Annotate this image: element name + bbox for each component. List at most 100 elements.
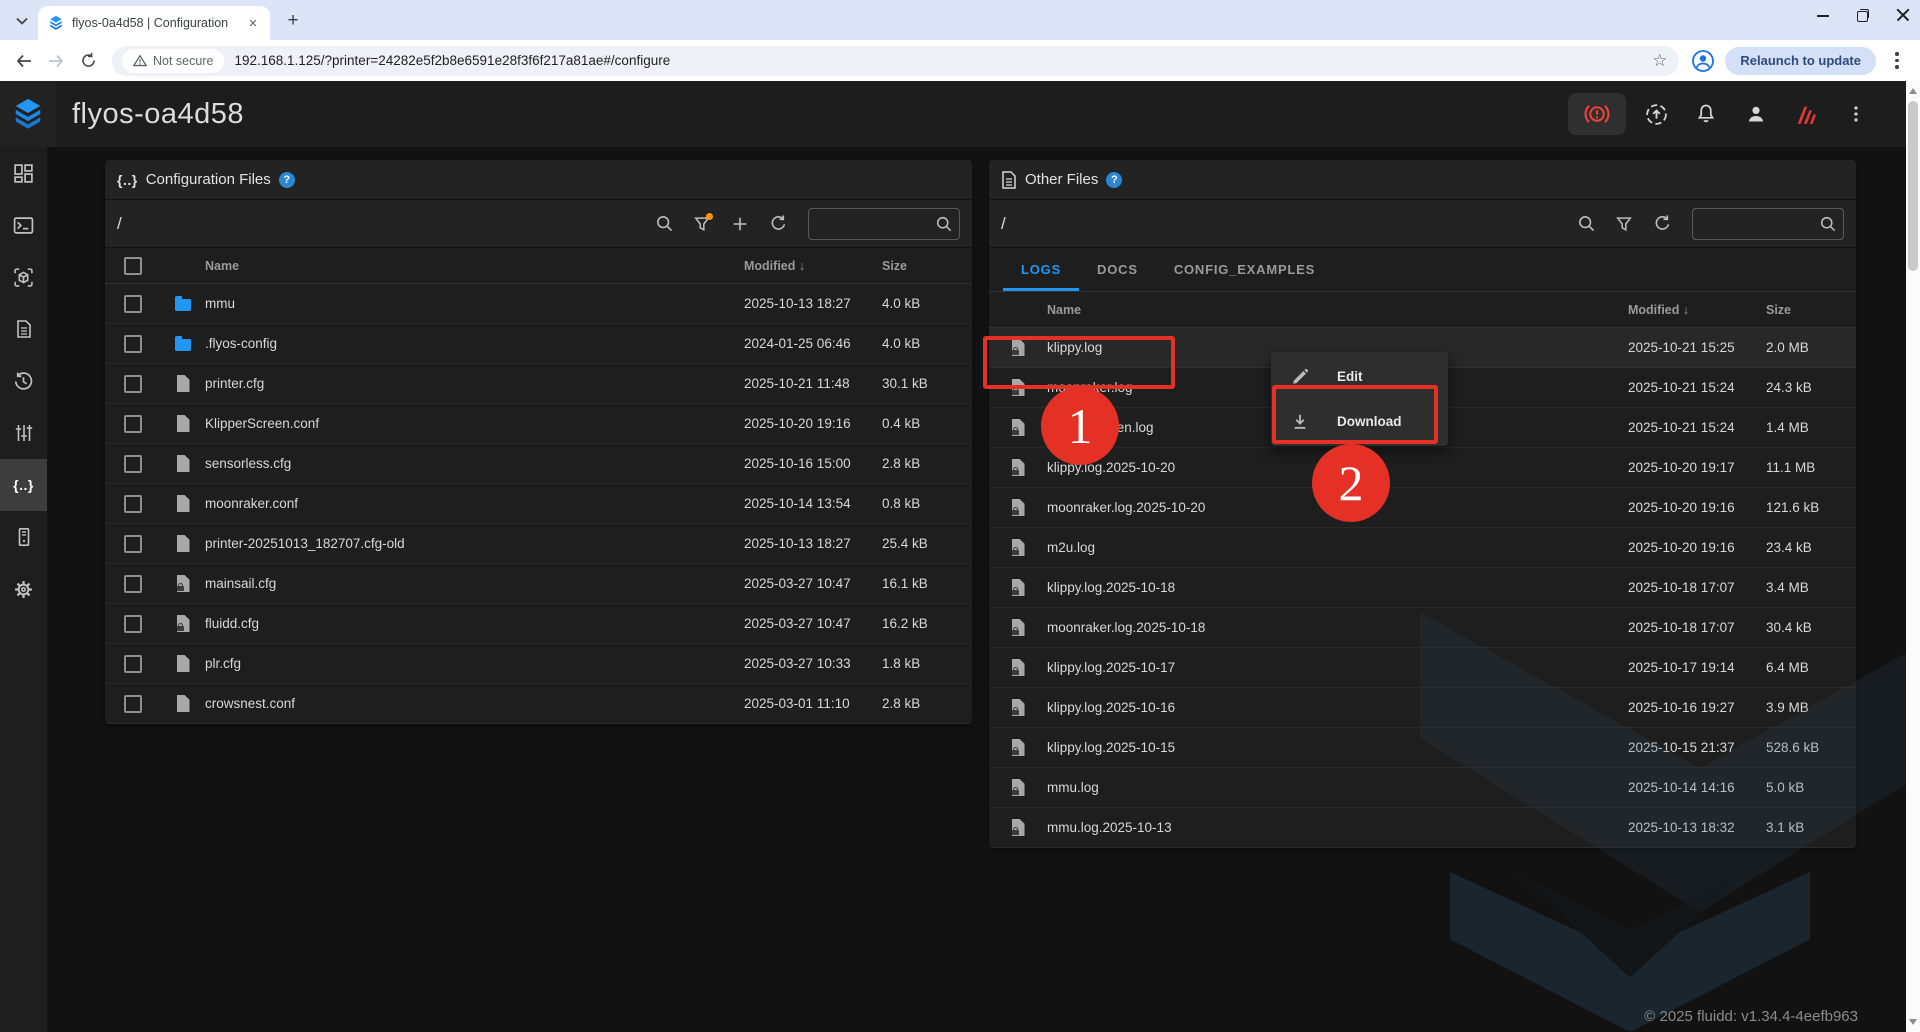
row-checkbox[interactable] (124, 695, 142, 713)
scrollbar-up-arrow[interactable] (1906, 83, 1920, 99)
column-name[interactable]: Name (205, 259, 744, 273)
config-file-table: mmu 2025-10-13 18:27 4.0 kB .flyos-confi… (105, 284, 972, 724)
sidebar-item-dashboard[interactable] (0, 147, 47, 199)
other-search-input[interactable] (1703, 216, 1819, 231)
notifications-bell-icon[interactable] (1686, 94, 1726, 134)
search-icon[interactable] (648, 208, 680, 240)
table-row[interactable]: .flyos-config 2024-01-25 06:46 4.0 kB (105, 324, 972, 364)
sidebar-item-history[interactable] (0, 355, 47, 407)
table-row[interactable]: moonraker.conf 2025-10-14 13:54 0.8 kB (105, 484, 972, 524)
favicon-fluidd-logo (48, 15, 64, 31)
select-all-checkbox[interactable] (124, 257, 142, 275)
table-row[interactable]: moonraker.log.2025-10-20 2025-10-20 19:1… (989, 488, 1856, 528)
search-icon (935, 215, 953, 233)
fluidd-logo[interactable] (0, 81, 56, 147)
profile-icon[interactable] (1689, 47, 1717, 75)
column-size[interactable]: Size (882, 259, 964, 273)
other-search-box[interactable] (1692, 208, 1844, 240)
emergency-stop-button[interactable] (1568, 93, 1626, 135)
sidebar-item-gcode-preview[interactable] (0, 251, 47, 303)
add-file-icon[interactable] (724, 208, 756, 240)
scrollbar-thumb[interactable] (1908, 101, 1918, 271)
files-tab[interactable]: CONFIG_EXAMPLES (1156, 247, 1333, 291)
file-size: 16.1 kB (882, 576, 964, 591)
app-menu-dots-icon[interactable] (1836, 94, 1876, 134)
file-type-icon (177, 695, 190, 712)
table-row[interactable]: plr.cfg 2025-03-27 10:33 1.8 kB (105, 644, 972, 684)
table-row[interactable]: KlipperScreen.conf 2025-10-20 19:16 0.4 … (105, 404, 972, 444)
scrollbar-down-arrow[interactable] (1906, 1014, 1920, 1030)
back-icon[interactable] (10, 47, 38, 75)
url-text[interactable]: 192.168.1.125/?printer=24282e5f2b8e6591e… (234, 53, 1642, 68)
file-name: moonraker.conf (205, 496, 744, 511)
window-close-icon[interactable] (1896, 8, 1910, 22)
files-tab[interactable]: LOGS (1003, 247, 1079, 291)
bookmark-star-icon[interactable]: ☆ (1652, 51, 1669, 71)
config-search-box[interactable] (808, 208, 960, 240)
sidebar-item-tune[interactable] (0, 407, 47, 459)
configuration-files-panel: {..} Configuration Files ? / (105, 160, 972, 724)
help-icon[interactable]: ? (279, 172, 295, 188)
chrome-menu-icon[interactable] (1884, 52, 1910, 68)
table-row[interactable]: printer-20251013_182707.cfg-old 2025-10-… (105, 524, 972, 564)
context-menu-edit[interactable]: Edit (1271, 354, 1448, 399)
column-size[interactable]: Size (1766, 303, 1848, 317)
file-size: 1.8 kB (882, 656, 964, 671)
refresh-icon[interactable] (1646, 208, 1678, 240)
table-row[interactable]: printer.cfg 2025-10-21 11:48 30.1 kB (105, 364, 972, 404)
search-icon[interactable] (1570, 208, 1602, 240)
column-modified[interactable]: Modified ↓ (1628, 303, 1766, 317)
sidebar-item-settings[interactable] (0, 563, 47, 615)
row-checkbox[interactable] (124, 535, 142, 553)
table-row[interactable]: mainsail.cfg 2025-03-27 10:47 16.1 kB (105, 564, 972, 604)
table-row[interactable]: crowsnest.conf 2025-03-01 11:10 2.8 kB (105, 684, 972, 724)
window-restore-icon[interactable] (1856, 8, 1870, 22)
row-checkbox[interactable] (124, 295, 142, 313)
file-name: plr.cfg (205, 656, 744, 671)
row-checkbox[interactable] (124, 375, 142, 393)
warning-icon (133, 54, 147, 67)
column-name[interactable]: Name (1047, 303, 1628, 317)
table-row[interactable]: m2u.log 2025-10-20 19:16 23.4 kB (989, 528, 1856, 568)
context-menu-download[interactable]: Download (1271, 399, 1448, 444)
user-account-icon[interactable] (1736, 94, 1776, 134)
table-row[interactable]: klippy.log.2025-10-18 2025-10-18 17:07 3… (989, 568, 1856, 608)
refresh-icon[interactable] (762, 208, 794, 240)
row-checkbox[interactable] (124, 615, 142, 633)
security-chip[interactable]: Not secure (122, 49, 224, 73)
table-row[interactable]: sensorless.cfg 2025-10-16 15:00 2.8 kB (105, 444, 972, 484)
relaunch-to-update-button[interactable]: Relaunch to update (1725, 47, 1876, 75)
files-tab[interactable]: DOCS (1079, 247, 1156, 291)
row-checkbox[interactable] (124, 575, 142, 593)
browser-tab[interactable]: flyos-0a4d58 | Configuration × (38, 6, 270, 40)
config-search-input[interactable] (819, 216, 935, 231)
config-current-path[interactable]: / (117, 214, 122, 234)
table-row[interactable]: klippy.log.2025-10-20 2025-10-20 19:17 1… (989, 448, 1856, 488)
page-scrollbar[interactable] (1906, 81, 1920, 1032)
row-checkbox[interactable] (124, 495, 142, 513)
filter-icon[interactable] (1608, 208, 1640, 240)
forward-icon[interactable] (42, 47, 70, 75)
sidebar-item-configure[interactable]: {..} (0, 459, 47, 511)
table-row[interactable]: mmu 2025-10-13 18:27 4.0 kB (105, 284, 972, 324)
filter-icon[interactable] (686, 208, 718, 240)
sidebar-item-console[interactable] (0, 199, 47, 251)
other-current-path[interactable]: / (1001, 214, 1006, 234)
row-checkbox[interactable] (124, 335, 142, 353)
column-modified[interactable]: Modified ↓ (744, 259, 882, 273)
row-checkbox[interactable] (124, 455, 142, 473)
tab-search-chevron-icon[interactable] (8, 7, 36, 35)
klipper-logo-icon[interactable] (1786, 94, 1826, 134)
help-icon[interactable]: ? (1106, 172, 1122, 188)
table-row[interactable]: fluidd.cfg 2025-03-27 10:47 16.2 kB (105, 604, 972, 644)
new-tab-button[interactable]: + (280, 8, 306, 34)
sidebar-item-jobs[interactable] (0, 303, 47, 355)
tab-close-icon[interactable]: × (244, 14, 262, 32)
window-minimize-icon[interactable] (1816, 8, 1830, 22)
row-checkbox[interactable] (124, 655, 142, 673)
updates-icon[interactable] (1636, 94, 1676, 134)
row-checkbox[interactable] (124, 415, 142, 433)
refresh-icon[interactable] (74, 47, 102, 75)
address-bar[interactable]: Not secure 192.168.1.125/?printer=24282e… (112, 46, 1679, 76)
sidebar-item-system[interactable] (0, 511, 47, 563)
